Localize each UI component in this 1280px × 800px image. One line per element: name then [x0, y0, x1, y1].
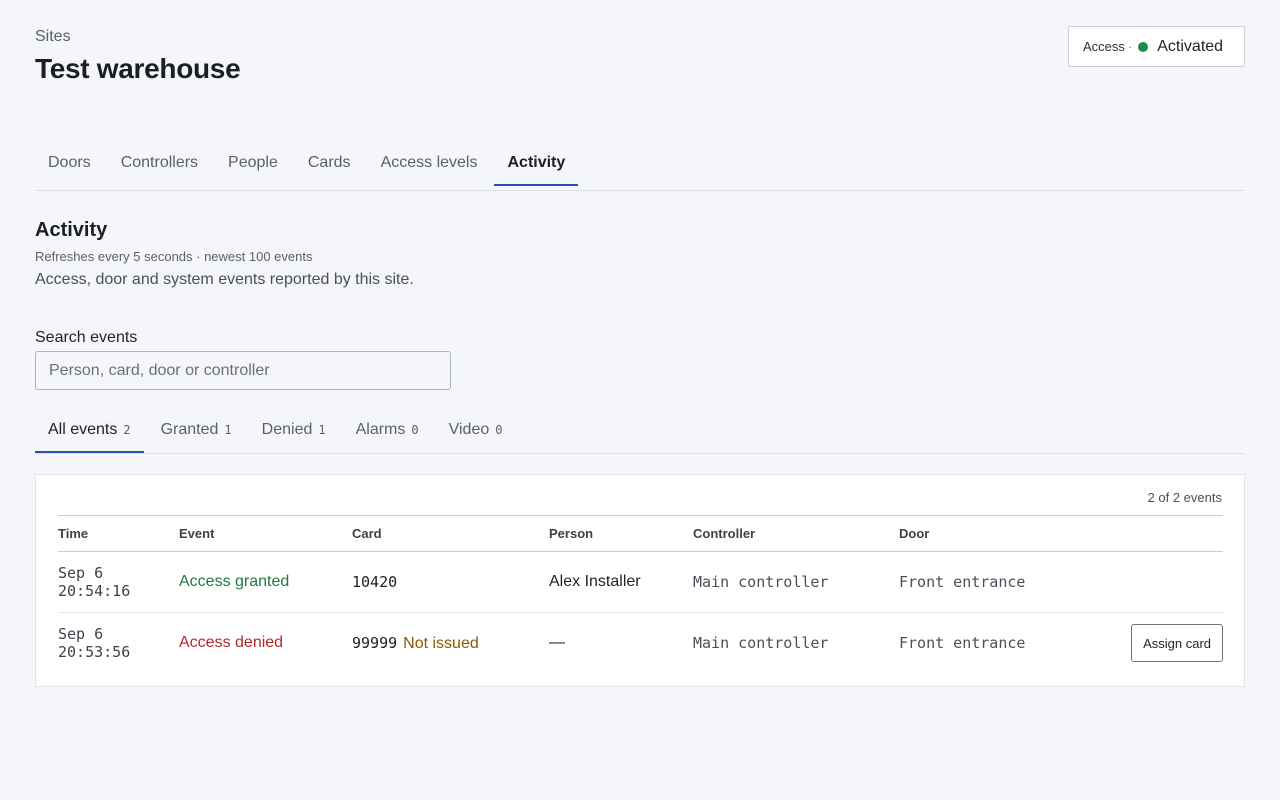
controller-cell: Main controller	[693, 551, 899, 613]
person-cell: —	[549, 634, 565, 652]
controller-name: Main controller	[693, 572, 829, 591]
actions-cell: Assign card	[1099, 613, 1223, 674]
search-input[interactable]	[35, 351, 451, 390]
column-header-actions	[1099, 515, 1223, 552]
column-header-person: Person	[549, 515, 693, 552]
tab-activity[interactable]: Activity	[494, 140, 579, 186]
tab-people[interactable]: People	[215, 140, 291, 186]
assign-card-button[interactable]: Assign card	[1131, 624, 1223, 663]
filter-count: 0	[495, 423, 503, 437]
event-date: Sep 6	[58, 625, 104, 644]
column-header-event: Event	[179, 515, 352, 552]
filter-count: 0	[411, 423, 419, 437]
door-cell: Front entrance	[899, 613, 1099, 674]
filter-all-events[interactable]: All events 2	[35, 410, 144, 453]
column-header-card: Card	[352, 515, 549, 552]
site-tabs: Doors Controllers People Cards Access le…	[35, 140, 1245, 191]
event-type-cell: Access granted	[179, 551, 352, 613]
controller-cell: Main controller	[693, 613, 899, 674]
status-key: Access	[1083, 39, 1125, 54]
filter-granted[interactable]: Granted 1	[148, 410, 245, 453]
filter-label: Granted	[160, 421, 219, 438]
table-row: Sep 6 20:54:16 Access granted 10420 Alex…	[58, 551, 1223, 613]
page-title: Test warehouse	[35, 53, 241, 84]
event-date: Sep 6	[58, 564, 104, 582]
tab-doors[interactable]: Doors	[35, 140, 104, 186]
table-row: Sep 6 20:53:56 Access denied 99999 Not is…	[58, 613, 1223, 674]
event-time-cell: Sep 6 20:54:16	[58, 551, 179, 613]
controller-name: Main controller	[693, 633, 829, 652]
table-header-row: Time Event Card Person Controller Door	[58, 515, 1223, 552]
status-separator: ·	[1127, 39, 1133, 54]
actions-cell	[1099, 551, 1223, 613]
event-clock-time: 20:53:56	[58, 643, 131, 662]
card-number: 99999	[352, 633, 398, 652]
filter-label: All events	[48, 421, 118, 438]
column-header-controller: Controller	[693, 515, 899, 552]
section-title: Activity	[35, 219, 108, 241]
event-filter-tabs: All events 2 Granted 1 Denied 1 Alarms 0 Vid…	[35, 410, 1245, 454]
event-type-denied: Access denied	[179, 634, 284, 652]
breadcrumb[interactable]: Sites	[35, 28, 71, 46]
event-type-cell: Access denied	[179, 613, 352, 674]
events-table: Time Event Card Person Controller Door S…	[58, 515, 1223, 674]
person-cell: Alex Installer	[549, 551, 693, 613]
filter-count: 1	[318, 423, 326, 437]
filter-label: Alarms	[355, 421, 406, 438]
search-label: Search events	[35, 329, 138, 346]
filter-label: Video	[448, 421, 490, 438]
event-type-granted: Access granted	[179, 573, 290, 590]
status-value: Activated	[1157, 37, 1224, 55]
filter-count: 1	[224, 423, 232, 437]
card-cell: 99999 Not issued	[352, 613, 549, 674]
filter-alarms[interactable]: Alarms 0	[343, 410, 432, 453]
events-count: 2 of 2 events	[1147, 490, 1222, 505]
event-clock-time: 20:54:16	[58, 582, 131, 600]
tab-controllers[interactable]: Controllers	[108, 140, 211, 186]
tab-access-levels[interactable]: Access levels	[368, 140, 491, 186]
filter-video[interactable]: Video 0	[436, 410, 516, 453]
section-description: Access, door and system events reported …	[35, 271, 414, 288]
refresh-info: Refreshes every 5 seconds · newest 100 e…	[35, 249, 313, 264]
card-not-issued-badge: Not issued	[403, 634, 479, 652]
door-name: Front entrance	[899, 633, 1026, 652]
event-time-cell: Sep 6 20:53:56	[58, 613, 179, 674]
access-status-badge: Access · Activated	[1068, 26, 1245, 67]
filter-denied[interactable]: Denied 1	[249, 410, 339, 453]
filter-count: 2	[123, 423, 131, 437]
card-number: 10420	[352, 572, 398, 591]
column-header-time: Time	[58, 515, 179, 552]
filter-label: Denied	[261, 421, 313, 438]
tab-cards[interactable]: Cards	[295, 140, 364, 186]
card-cell: 10420	[352, 551, 549, 613]
door-cell: Front entrance	[899, 551, 1099, 613]
status-dot-icon	[1138, 41, 1149, 52]
door-name: Front entrance	[899, 572, 1026, 591]
column-header-door: Door	[899, 515, 1099, 552]
events-panel: 2 of 2 events Time Event Card Person Con…	[35, 474, 1245, 687]
